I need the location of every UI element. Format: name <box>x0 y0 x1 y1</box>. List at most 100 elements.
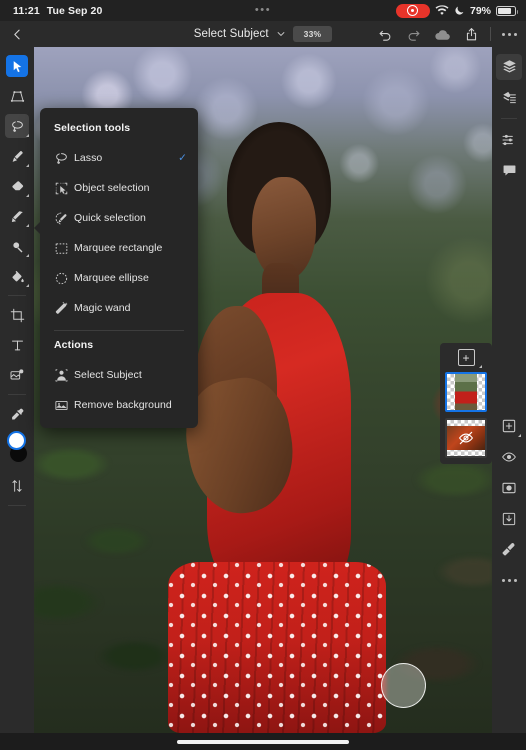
marquee-rectangle-icon <box>54 241 74 256</box>
blend-mode-button[interactable] <box>492 534 526 565</box>
crop-tool-button[interactable] <box>0 300 34 330</box>
menu-item-magic-wand[interactable]: Magic wand <box>40 293 198 323</box>
right-toolbar <box>492 47 526 733</box>
menu-item-marquee-ellipse[interactable]: Marquee ellipse <box>40 263 198 293</box>
menu-item-object-selection[interactable]: Object selection <box>40 173 198 203</box>
layers-panel-button[interactable] <box>492 51 526 82</box>
menu-item-label: Marquee rectangle <box>74 242 163 254</box>
tool-group-corner-marker <box>26 134 29 137</box>
status-bar-right: 79% <box>395 3 518 18</box>
swap-colors-button[interactable] <box>0 471 34 501</box>
comments-button[interactable] <box>492 155 526 186</box>
toolbar-divider <box>8 505 26 506</box>
skirt-polka-dots <box>167 562 386 733</box>
foreground-color-swatch[interactable] <box>7 431 26 450</box>
menu-item-label: Lasso <box>74 152 103 164</box>
status-bar: 11:21 Tue Sep 20 ••• 79% <box>0 0 526 21</box>
clone-stamp-tool-button[interactable] <box>0 201 34 231</box>
menu-item-label: Object selection <box>74 182 150 194</box>
menu-item-select-subject[interactable]: Select Subject <box>40 360 198 390</box>
layer-preview-image <box>454 374 478 410</box>
clipping-mask-button[interactable] <box>492 503 526 534</box>
lasso-tool-button[interactable] <box>0 111 34 141</box>
menu-item-label: Quick selection <box>74 212 146 224</box>
toolbar-divider <box>8 295 26 296</box>
color-swatches[interactable] <box>0 429 34 471</box>
brush-cursor-circle[interactable] <box>381 663 426 708</box>
object-selection-icon <box>54 181 74 196</box>
toolbar-divider <box>490 27 491 41</box>
menu-item-remove-background[interactable]: Remove background <box>40 390 198 420</box>
redo-button[interactable] <box>406 27 421 42</box>
menu-item-marquee-rectangle[interactable]: Marquee rectangle <box>40 233 198 263</box>
battery-icon <box>496 5 518 16</box>
eyedropper-tool-button[interactable] <box>0 399 34 429</box>
undo-button[interactable] <box>378 27 393 42</box>
menu-item-lasso[interactable]: Lasso ✓ <box>40 143 198 173</box>
layer-thumbnail-hidden[interactable] <box>445 418 487 458</box>
home-indicator[interactable] <box>177 739 349 744</box>
tool-group-corner-marker <box>26 224 29 227</box>
visibility-button[interactable] <box>492 441 526 472</box>
chevron-down-icon[interactable] <box>276 29 286 39</box>
layer-more-button[interactable] <box>492 565 526 596</box>
menu-divider <box>54 330 184 331</box>
toolbar-divider <box>8 394 26 395</box>
wifi-icon <box>435 5 449 16</box>
layer-properties-button[interactable] <box>492 82 526 113</box>
toolbar-actions <box>378 21 517 47</box>
menu-item-label: Marquee ellipse <box>74 272 149 284</box>
adjustments-button[interactable] <box>492 124 526 155</box>
add-layer-button[interactable] <box>492 410 526 441</box>
check-icon: ✓ <box>178 152 187 164</box>
add-layer-label: + <box>462 350 470 365</box>
brush-tool-button[interactable] <box>0 141 34 171</box>
transform-tool-button[interactable] <box>0 81 34 111</box>
share-button[interactable] <box>464 27 479 42</box>
eraser-tool-button[interactable] <box>0 171 34 201</box>
tool-group-corner-marker <box>26 254 29 257</box>
place-photo-tool-button[interactable] <box>0 360 34 390</box>
record-dot-icon <box>407 5 419 16</box>
lasso-icon <box>54 151 74 166</box>
zoom-level-badge[interactable]: 33% <box>292 26 333 42</box>
menu-item-quick-selection[interactable]: Quick selection <box>40 203 198 233</box>
menu-item-label: Select Subject <box>74 369 142 381</box>
tool-group-corner-marker <box>26 284 29 287</box>
more-options-button[interactable] <box>502 32 517 36</box>
select-subject-icon <box>54 368 74 383</box>
layer-thumbnail-selected[interactable] <box>445 372 487 412</box>
left-toolbar <box>0 47 34 733</box>
remove-background-icon <box>54 398 74 413</box>
tool-group-corner-marker <box>26 194 29 197</box>
menu-item-label: Magic wand <box>74 302 131 314</box>
screen-recording-indicator[interactable] <box>395 3 430 18</box>
paint-bucket-tool-button[interactable] <box>0 261 34 291</box>
move-tool-button[interactable] <box>0 51 34 81</box>
blur-tool-button[interactable] <box>0 231 34 261</box>
add-layer-panel-button[interactable]: + <box>457 349 482 368</box>
menu-item-label: Remove background <box>74 399 172 411</box>
text-tool-button[interactable] <box>0 330 34 360</box>
tool-group-corner-marker <box>518 434 521 437</box>
marquee-ellipse-icon <box>54 271 74 286</box>
menu-section-title-tools: Selection tools <box>54 122 131 134</box>
menu-section-title-actions: Actions <box>54 339 94 351</box>
layers-icon <box>496 53 522 80</box>
mask-button[interactable] <box>492 472 526 503</box>
arrow-cursor-icon <box>6 55 28 77</box>
magic-wand-icon <box>54 301 74 316</box>
toolbar-divider <box>501 118 517 119</box>
quick-selection-icon <box>54 211 74 226</box>
app-toolbar: Select Subject 33% <box>0 21 526 47</box>
eye-off-icon <box>458 430 475 447</box>
tool-group-corner-marker <box>26 164 29 167</box>
page-title: Select Subject <box>193 28 269 40</box>
tool-group-corner-marker <box>478 365 482 368</box>
moon-icon <box>454 5 465 16</box>
cloud-sync-button[interactable] <box>434 26 451 43</box>
